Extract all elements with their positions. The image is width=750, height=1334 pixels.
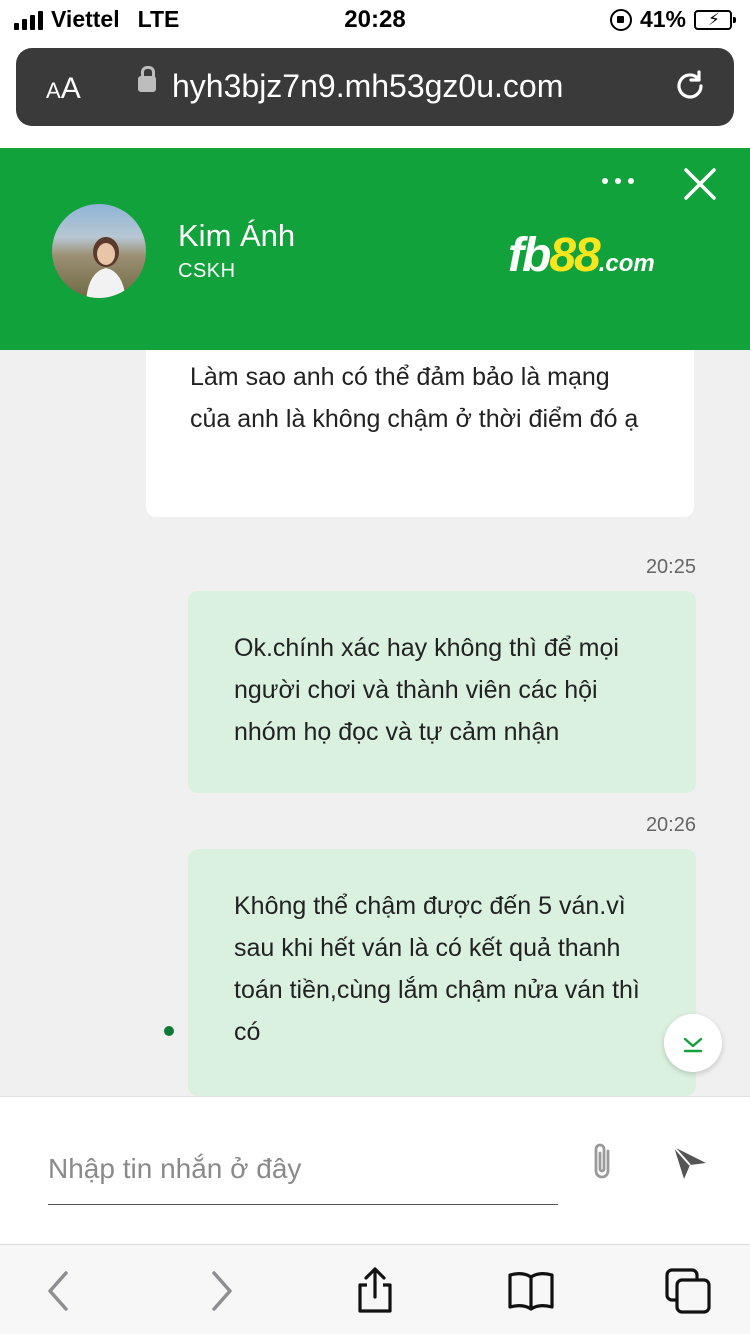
- browser-toolbar: [0, 1244, 750, 1334]
- send-icon[interactable]: [670, 1143, 710, 1183]
- message-text: Không thể chậm được đến 5 ván.vì sau khi…: [234, 892, 640, 1046]
- lock-icon: [138, 66, 156, 92]
- brand-logo: fb88.com: [508, 229, 655, 282]
- chevron-down-icon: [683, 1037, 703, 1053]
- message-outgoing: Ok.chính xác hay không thì để mọi người …: [188, 591, 696, 793]
- status-bar: Viettel LTE 20:28 41% ⚡: [0, 0, 750, 40]
- message-incoming: Làm sao anh có thể đảm bảo là mạng của a…: [146, 350, 694, 517]
- message-input[interactable]: [48, 1133, 558, 1205]
- scroll-to-bottom-button[interactable]: [664, 1014, 722, 1072]
- bookmarks-icon[interactable]: [507, 1267, 555, 1315]
- message-text: Ok.chính xác hay không thì để mọi người …: [234, 634, 619, 746]
- close-icon[interactable]: [682, 166, 718, 202]
- agent-name: Kim Ánh: [178, 218, 296, 253]
- address-bar[interactable]: AA hyh3bjz7n9.mh53gz0u.com: [16, 48, 734, 126]
- rotation-lock-icon: [609, 8, 632, 31]
- forward-icon[interactable]: [196, 1267, 244, 1315]
- avatar: [52, 204, 146, 298]
- message-status-dot: [164, 1026, 174, 1036]
- message-timestamp: 20:26: [645, 814, 696, 836]
- tabs-icon[interactable]: [664, 1267, 712, 1315]
- text-size-button[interactable]: AA: [46, 72, 81, 106]
- message-outgoing: Không thể chậm được đến 5 ván.vì sau khi…: [188, 849, 696, 1096]
- back-icon[interactable]: [36, 1267, 84, 1315]
- message-composer: [0, 1096, 750, 1244]
- message-list[interactable]: Làm sao anh có thể đảm bảo là mạng của a…: [0, 350, 750, 1096]
- more-options-icon[interactable]: [602, 178, 634, 184]
- browser-address-area: AA hyh3bjz7n9.mh53gz0u.com: [0, 40, 750, 148]
- paperclip-icon[interactable]: [584, 1139, 620, 1185]
- battery-icon: ⚡: [694, 9, 736, 30]
- url-text[interactable]: hyh3bjz7n9.mh53gz0u.com: [172, 68, 563, 105]
- battery-percent: 41%: [639, 6, 686, 32]
- agent-role: CSKH: [178, 260, 236, 282]
- reload-icon[interactable]: [672, 68, 708, 104]
- message-timestamp: 20:25: [645, 556, 696, 578]
- share-icon[interactable]: [351, 1267, 399, 1315]
- message-text: Làm sao anh có thể đảm bảo là mạng của a…: [190, 363, 639, 433]
- chat-header: Kim Ánh CSKH fb88.com: [0, 148, 750, 350]
- status-right: 41% ⚡: [609, 6, 736, 33]
